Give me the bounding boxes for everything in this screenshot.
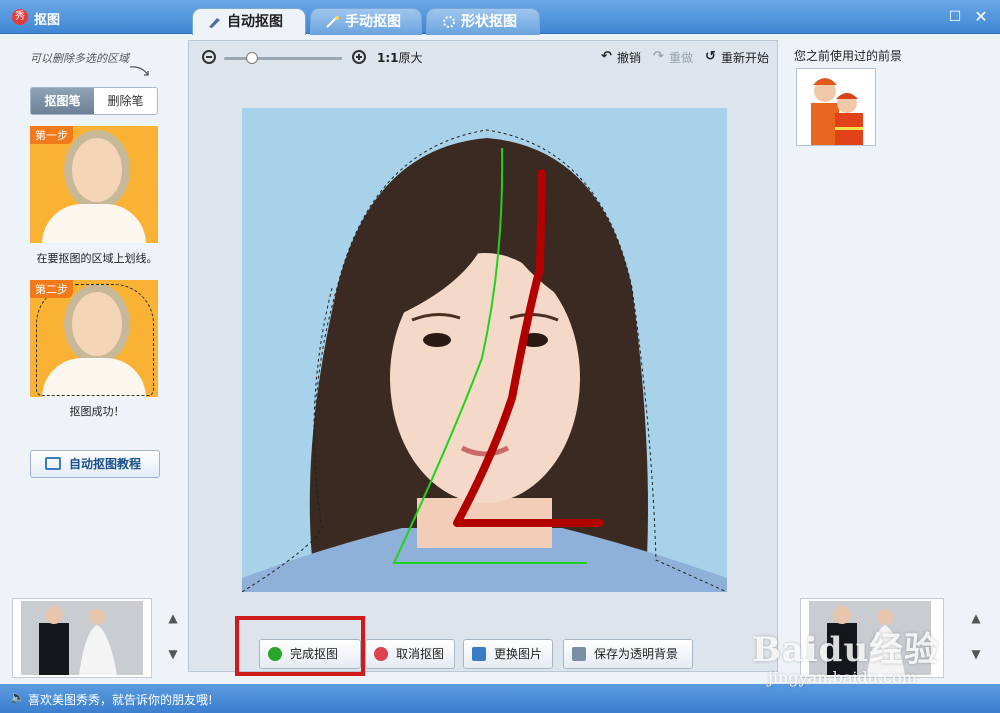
portrait-canvas[interactable] — [242, 108, 727, 592]
hint-text: 可以删除多选的区域 — [30, 52, 129, 65]
selection-outline — [36, 284, 154, 396]
redo-label: 重做 — [669, 51, 694, 65]
wedding-photo-thumbnail[interactable] — [21, 601, 143, 675]
step2-caption: 抠图成功！ — [69, 405, 125, 418]
change-image-label: 更换图片 — [494, 647, 543, 661]
zoom-out-icon[interactable] — [202, 50, 216, 64]
cancel-cutout-button[interactable]: 取消抠图 — [365, 639, 455, 669]
firefighter-kids-image — [797, 69, 875, 145]
annotation-highlight-box — [235, 616, 365, 676]
watermark-main: Baidu经验 — [752, 630, 940, 670]
step1-tag: 第一步 — [30, 126, 73, 144]
previous-foreground-thumbnail[interactable] — [796, 68, 876, 146]
maximize-button[interactable]: ☐ — [946, 8, 964, 26]
save-transparent-label: 保存为透明背景 — [594, 647, 679, 661]
canvas-panel: 1:1原大 ↶ 撤销 ↷ 重做 ↺ 重新开始 完成抠图 取消抠图 更换图片 保存… — [188, 40, 778, 672]
cancel-icon — [374, 647, 388, 661]
tab-shape-cutout[interactable]: 形状抠图 — [426, 8, 540, 35]
left-help-panel: 可以删除多选的区域 抠图笔 删除笔 第一步 在要抠图的区域上划线。 第二步 抠图… — [12, 40, 182, 590]
actual-size-button[interactable]: 1:1原大 — [377, 49, 423, 66]
cutout-window: 秀 抠图 ☐ ✕ 自动抠图 手动抠图 形状抠图 可以删除多选的区域 抠图笔 删除… — [0, 0, 1000, 713]
step2-illustration: 第二步 — [30, 280, 158, 397]
tab-shape-cutout-label: 形状抠图 — [461, 14, 517, 30]
undo-label: 撤销 — [617, 51, 642, 65]
book-icon — [45, 457, 61, 470]
tab-manual-cutout-label: 手动抠图 — [345, 14, 401, 30]
left-filmstrip[interactable] — [12, 598, 152, 678]
redo-icon: ↷ — [653, 49, 664, 64]
wedding-photo-image — [21, 601, 143, 675]
restart-label: 重新开始 — [721, 51, 770, 65]
cutout-pen-button[interactable]: 抠图笔 — [31, 88, 94, 114]
tab-auto-cutout-label: 自动抠图 — [227, 14, 283, 30]
baidu-watermark: Baidu经验 jingyan.baidu.com — [752, 622, 990, 692]
brush-icon — [209, 18, 220, 28]
tab-auto-cutout[interactable]: 自动抠图 — [192, 8, 306, 35]
window-title: 抠图 — [34, 13, 61, 28]
zoom-slider[interactable] — [224, 52, 342, 64]
shape-icon — [443, 16, 455, 28]
baby-face-image — [64, 130, 130, 210]
foreground-history-title: 您之前使用过的前景 — [794, 49, 903, 63]
step1-caption: 在要抠图的区域上划线。 — [36, 252, 158, 265]
canvas-toolbar: 1:1原大 ↶ 撤销 ↷ 重做 ↺ 重新开始 — [189, 41, 777, 73]
image-icon — [472, 647, 486, 661]
redo-button[interactable]: ↷ 重做 — [653, 49, 693, 66]
change-image-button[interactable]: 更换图片 — [463, 639, 553, 669]
speaker-icon: 🔈 — [10, 690, 25, 704]
watermark-sub: jingyan.baidu.com — [768, 668, 917, 687]
save-transparent-button[interactable]: 保存为透明背景 — [563, 639, 693, 669]
baby-body-image — [42, 204, 146, 243]
right-history-panel: 您之前使用过的前景 — [786, 40, 992, 590]
step2-tag: 第二步 — [30, 280, 73, 298]
curved-arrow-icon — [129, 66, 149, 76]
auto-cutout-tutorial-button[interactable]: 自动抠图教程 — [30, 450, 160, 478]
filmstrip-down-arrow-icon[interactable]: ▼ — [165, 646, 181, 662]
ratio-value: 1:1 — [377, 51, 399, 65]
tab-manual-cutout[interactable]: 手动抠图 — [310, 8, 422, 35]
magic-wand-icon — [326, 16, 339, 28]
tutorial-label: 自动抠图教程 — [69, 457, 142, 471]
restart-button[interactable]: ↺ 重新开始 — [705, 49, 769, 66]
step1-illustration: 第一步 — [30, 126, 158, 243]
undo-button[interactable]: ↶ 撤销 — [601, 49, 641, 66]
zoom-slider-knob[interactable] — [246, 52, 258, 64]
close-button[interactable]: ✕ — [972, 8, 990, 26]
filmstrip-up-arrow-icon[interactable]: ▲ — [165, 610, 181, 626]
portrait-image — [242, 129, 727, 592]
status-message[interactable]: 喜欢美图秀秀，就告诉你的朋友哦! — [28, 691, 213, 708]
ratio-label: 原大 — [398, 51, 423, 65]
undo-icon: ↶ — [601, 49, 612, 64]
pen-mode-switch: 抠图笔 删除笔 — [30, 87, 158, 115]
eraser-pen-button[interactable]: 删除笔 — [94, 88, 157, 114]
restart-icon: ↺ — [705, 49, 716, 64]
zoom-in-icon[interactable] — [352, 50, 366, 64]
cancel-cutout-label: 取消抠图 — [396, 647, 445, 661]
save-disk-icon — [572, 647, 586, 661]
app-logo-icon: 秀 — [12, 9, 28, 25]
